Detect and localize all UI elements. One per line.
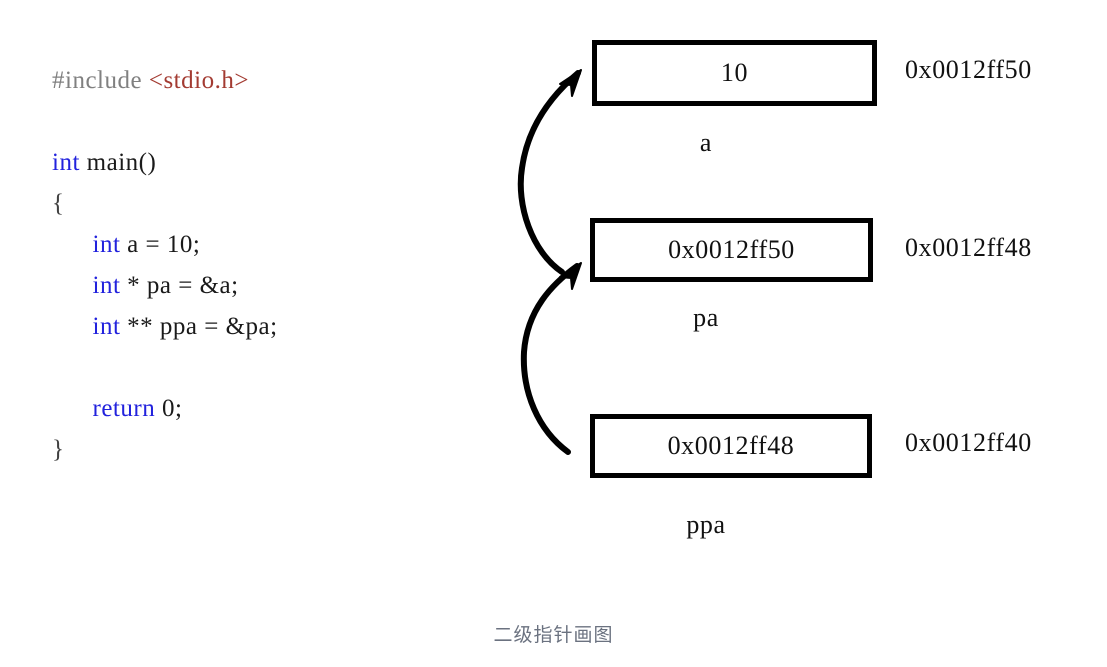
code-token-kw: int [92, 231, 121, 258]
code-line: int main() [52, 142, 522, 183]
code-token-plain: main() [79, 149, 157, 176]
code-token-brace: { [52, 190, 65, 217]
code-token-plain: 0; [155, 395, 183, 422]
code-line: } [52, 429, 522, 470]
address-label-ppa: 0x0012ff40 [905, 428, 1032, 457]
code-token-kw: int [52, 149, 80, 176]
memory-cell-ppa: 0x0012ff48 [590, 414, 872, 478]
code-line: #include <stdio.h> [52, 60, 522, 101]
code-line: { [52, 183, 522, 224]
memory-cell-ppa-value: 0x0012ff48 [667, 431, 795, 460]
code-token-kw: int [92, 272, 121, 299]
variable-label-a: a [699, 128, 713, 157]
code-token-plain: * pa = &a; [120, 272, 239, 299]
address-label-a: 0x0012ff50 [905, 55, 1032, 84]
address-label-pa: 0x0012ff48 [905, 233, 1032, 262]
diagram-canvas: #include <stdio.h> int main() { int a = 1… [0, 0, 1107, 667]
code-token-plain: ** ppa = &pa; [120, 313, 278, 340]
code-token-plain: a = 10; [120, 231, 201, 258]
code-line: int * pa = &a; [52, 265, 522, 306]
code-token-brace: } [52, 436, 65, 463]
source-code-block: #include <stdio.h> int main() { int a = 1… [52, 60, 522, 470]
code-token-kw: return [92, 395, 156, 422]
code-line: int a = 10; [52, 224, 522, 265]
code-token-preproc: #include [52, 67, 149, 94]
arrow-pa-to-a [517, 69, 582, 275]
code-line: return 0; [52, 388, 522, 429]
variable-label-ppa: ppa [686, 510, 726, 539]
variable-label-pa: pa [693, 303, 719, 332]
memory-cell-pa: 0x0012ff50 [590, 218, 873, 282]
arrow-ppa-to-pa [520, 262, 582, 455]
figure-caption: 二级指针画图 [493, 624, 614, 646]
code-line: int ** ppa = &pa; [52, 306, 522, 347]
memory-cell-a: 10 [592, 40, 877, 106]
code-token-header: <stdio.h> [148, 67, 249, 94]
memory-cell-pa-value: 0x0012ff50 [668, 235, 795, 264]
code-token-kw: int [92, 313, 121, 340]
memory-cell-a-value: 10 [720, 58, 749, 87]
